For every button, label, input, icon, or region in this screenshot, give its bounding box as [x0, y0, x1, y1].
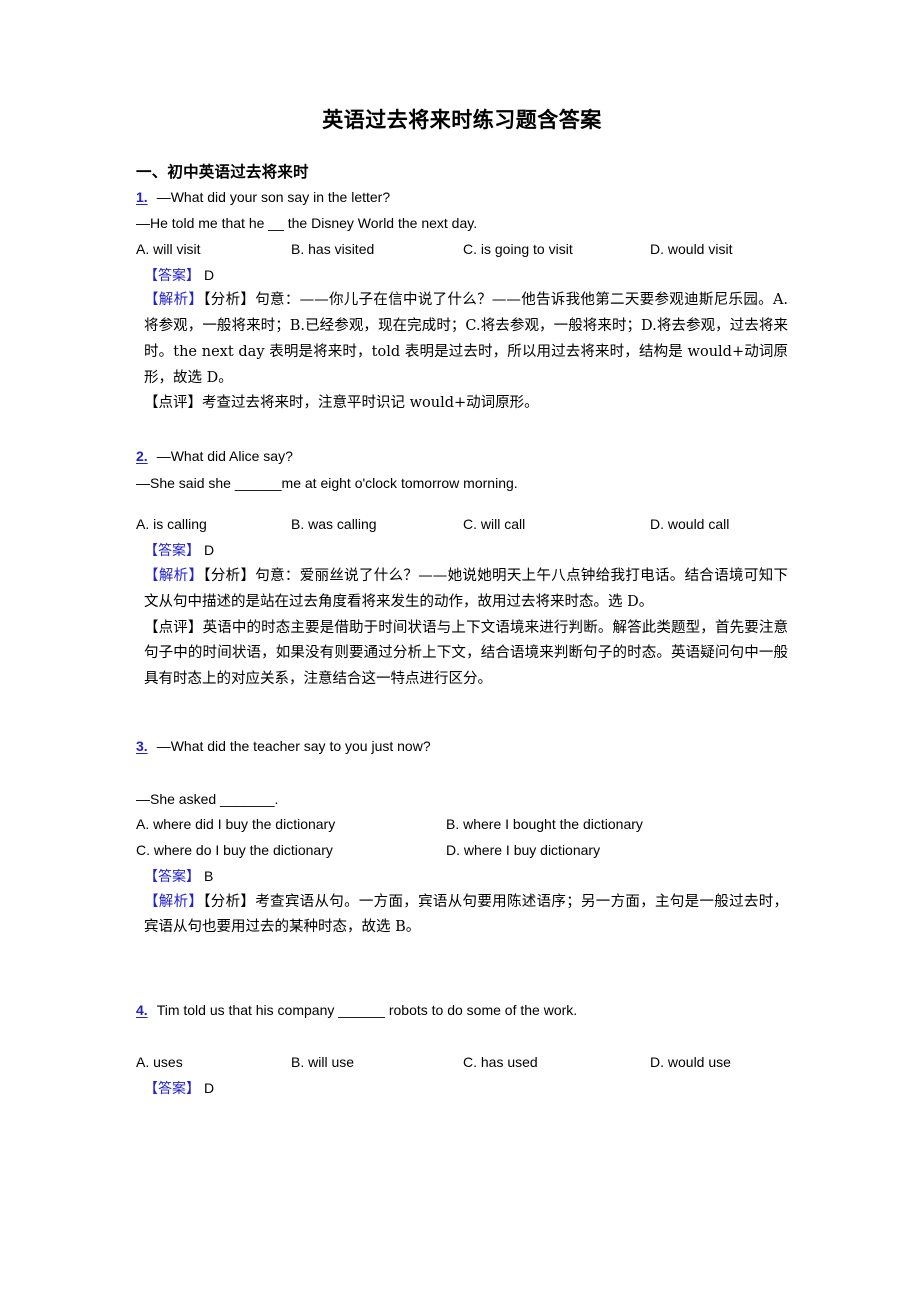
page-title: 英语过去将来时练习题含答案 — [322, 107, 602, 132]
options-row: C. where do I buy the dictionary D. wher… — [136, 838, 788, 864]
question-prompt-line: 2. —What did Alice say? — [136, 443, 788, 470]
option-c[interactable]: C. where do I buy the dictionary — [136, 838, 333, 864]
question-prompt-line: 1. —What did your son say in the letter? — [136, 184, 788, 211]
answer-line: 【答案】 D — [136, 538, 788, 564]
analysis-tag: 【解析】 — [144, 567, 204, 584]
option-d[interactable]: D. would use — [650, 1050, 731, 1076]
comment-paragraph: 【点评】考查过去将来时，注意平时识记 would+动词原形。 — [136, 391, 788, 417]
section-heading: 一、初中英语过去将来时 — [136, 162, 309, 182]
comment-paragraph: 【点评】英语中的时态主要是借助于时间状语与上下文语境来进行判断。解答此类题型，首… — [136, 616, 788, 693]
question-number: 1. — [136, 188, 148, 205]
question-number: 3. — [136, 737, 148, 754]
question-prompt-line-2: —He told me that he __ the Disney World … — [136, 215, 478, 232]
answer-value: D — [204, 1079, 215, 1096]
answer-line: 【答案】 D — [136, 263, 788, 289]
analysis-sub-tag: 【分析】 — [203, 567, 256, 584]
answer-line: 【答案】 D — [136, 1076, 788, 1102]
option-c[interactable]: C. will call — [463, 512, 525, 538]
question-prompt-line-2: —She said she ______me at eight o'clock … — [136, 474, 518, 491]
comment-text: 英语中的时态主要是借助于时间状语与上下文语境来进行判断。解答此类题型，首先要注意… — [144, 619, 789, 688]
question-prompt-line: 3. —What did the teacher say to you just … — [136, 733, 788, 760]
question-block-3: 3. —What did the teacher say to you just … — [136, 733, 788, 941]
question-text: —What did your son say in the letter? — [156, 188, 391, 205]
option-a[interactable]: A. uses — [136, 1050, 183, 1076]
options-row: A. where did I buy the dictionary B. whe… — [136, 812, 788, 838]
option-b[interactable]: B. will use — [291, 1050, 354, 1076]
answer-tag: 【答案】 — [144, 869, 200, 886]
analysis-paragraph: 【解析】【分析】句意：——你儿子在信中说了什么？——他告诉我他第二天要参观迪斯尼… — [136, 288, 788, 391]
question-prompt-line: 4. Tim told us that his company ______ ro… — [136, 997, 788, 1024]
answer-line: 【答案】 B — [136, 864, 788, 890]
analysis-sub-tag: 【分析】 — [203, 292, 256, 309]
option-d[interactable]: D. would visit — [650, 237, 732, 263]
option-d[interactable]: D. would call — [650, 512, 729, 538]
option-b[interactable]: B. was calling — [291, 512, 377, 538]
option-a[interactable]: A. is calling — [136, 512, 207, 538]
comment-tag: 【点评】 — [144, 395, 202, 412]
options-row: A. is calling B. was calling C. will cal… — [136, 512, 788, 538]
option-d[interactable]: D. where I buy dictionary — [446, 838, 600, 864]
option-c[interactable]: C. is going to visit — [463, 237, 573, 263]
document-page: 英语过去将来时练习题含答案 一、初中英语过去将来时 1. —What did yo… — [0, 0, 920, 1302]
options-row: A. will visit B. has visited C. is going… — [136, 237, 788, 263]
answer-tag: 【答案】 — [144, 543, 200, 560]
document-content: 英语过去将来时练习题含答案 一、初中英语过去将来时 1. —What did yo… — [136, 0, 788, 1101]
answer-value: B — [204, 868, 214, 885]
analysis-paragraph: 【解析】【分析】考查宾语从句。一方面，宾语从句要用陈述语序；另一方面，主句是一般… — [136, 890, 788, 942]
option-b[interactable]: B. has visited — [291, 237, 374, 263]
option-c[interactable]: C. has used — [463, 1050, 538, 1076]
answer-value: D — [204, 266, 215, 283]
analysis-tag: 【解析】 — [144, 292, 204, 309]
comment-tag: 【点评】 — [144, 619, 203, 636]
option-b[interactable]: B. where I bought the dictionary — [446, 812, 643, 838]
comment-text: 考查过去将来时，注意平时识记 would+动词原形。 — [202, 395, 539, 412]
analysis-sub-tag: 【分析】 — [203, 893, 256, 910]
question-text: Tim told us that his company ______ robo… — [156, 1002, 578, 1019]
question-number: 2. — [136, 448, 148, 465]
answer-value: D — [204, 542, 215, 559]
question-block-2: 2. —What did Alice say? —She said she ___… — [136, 443, 788, 693]
analysis-tag: 【解析】 — [144, 893, 204, 910]
question-block-1: 1. —What did your son say in the letter? … — [136, 184, 788, 418]
options-row: A. uses B. will use C. has used D. would… — [136, 1050, 788, 1076]
question-block-4: 4. Tim told us that his company ______ ro… — [136, 997, 788, 1101]
question-text: —What did Alice say? — [156, 448, 293, 465]
question-text: —What did the teacher say to you just no… — [156, 737, 431, 754]
answer-tag: 【答案】 — [144, 1080, 200, 1097]
answer-tag: 【答案】 — [144, 267, 200, 284]
question-prompt-line-2: —She asked _______. — [136, 790, 279, 807]
analysis-paragraph: 【解析】【分析】句意：爱丽丝说了什么？——她说她明天上午八点钟给我打电话。结合语… — [136, 564, 788, 616]
option-a[interactable]: A. will visit — [136, 237, 201, 263]
option-a[interactable]: A. where did I buy the dictionary — [136, 812, 335, 838]
question-number: 4. — [136, 1002, 148, 1019]
